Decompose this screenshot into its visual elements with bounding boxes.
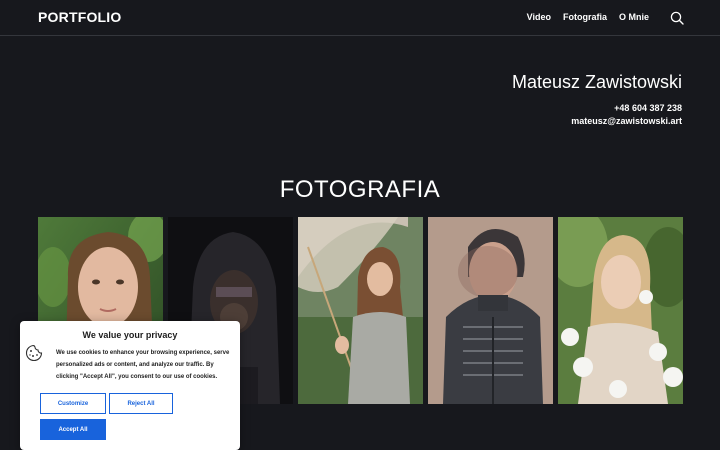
section-title: FOTOGRAFIA bbox=[279, 176, 441, 203]
cookie-banner-text: We use cookies to enhance your browsing … bbox=[56, 350, 230, 380]
gallery-photo-4[interactable] bbox=[428, 217, 553, 404]
nav-item-video[interactable]: Video bbox=[527, 12, 551, 22]
customize-button[interactable]: Customize bbox=[40, 393, 106, 414]
cookie-banner-title: We value your privacy bbox=[82, 330, 178, 340]
contact-name: Mateusz Zawistowski bbox=[511, 72, 682, 92]
nav-item-o-mnie[interactable]: O Mnie bbox=[619, 12, 649, 22]
site-logo[interactable]: PORTFOLIO bbox=[38, 9, 121, 25]
cookie-icon bbox=[25, 344, 43, 362]
contact-email[interactable]: mateusz@zawistowski.art bbox=[512, 115, 682, 128]
contact-phone[interactable]: +48 604 387 238 bbox=[512, 102, 682, 115]
cookie-consent-banner: We value your privacy We use cookies to … bbox=[20, 321, 240, 450]
site-header: PORTFOLIO Video Fotografia O Mnie bbox=[0, 0, 720, 36]
gallery-photo-3[interactable] bbox=[298, 217, 423, 404]
contact-block: Mateusz Zawistowski +48 604 387 238 mate… bbox=[512, 72, 682, 128]
search-icon[interactable] bbox=[670, 11, 684, 25]
gallery-photo-5[interactable] bbox=[558, 217, 683, 404]
nav-item-fotografia[interactable]: Fotografia bbox=[563, 12, 607, 22]
reject-all-button[interactable]: Reject All bbox=[109, 393, 173, 414]
accept-all-button[interactable]: Accept All bbox=[40, 419, 106, 440]
main-nav: Video Fotografia O Mnie bbox=[527, 12, 649, 22]
